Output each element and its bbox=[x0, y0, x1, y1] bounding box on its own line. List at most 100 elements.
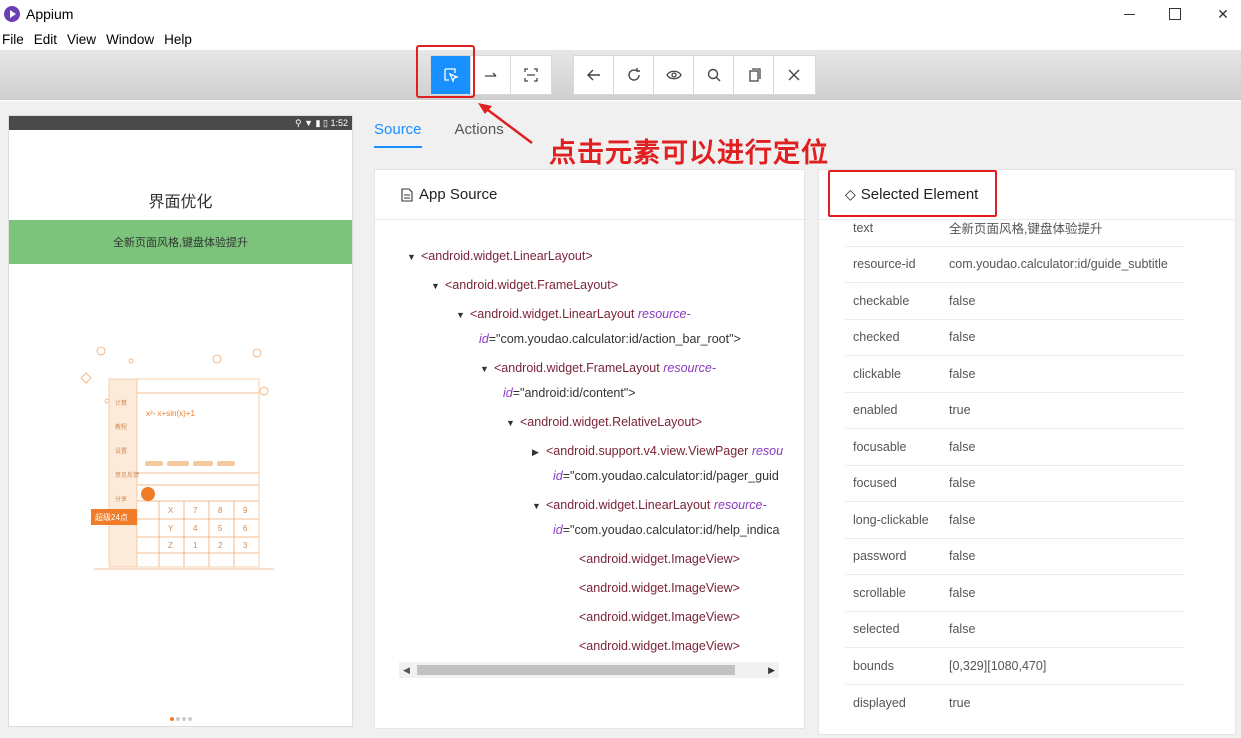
close-window-button[interactable]: ✕ bbox=[1200, 0, 1241, 28]
tree-node[interactable]: ▶ <android.support.v4.view.ViewPager reso… bbox=[532, 443, 783, 460]
illus-key: 9 bbox=[243, 506, 248, 515]
prop-value: false bbox=[949, 585, 976, 600]
horizontal-scrollbar[interactable]: ◀ ▶ bbox=[399, 662, 779, 678]
tree-node[interactable]: <android.widget.ImageView> bbox=[579, 609, 740, 625]
table-row: enabled true bbox=[845, 393, 1185, 429]
tree-node[interactable]: ▼ <android.widget.FrameLayout> bbox=[431, 277, 618, 294]
device-page-title[interactable]: 界面优化 bbox=[9, 188, 352, 212]
tree-node[interactable]: ▼ <android.widget.RelativeLayout> bbox=[506, 414, 702, 431]
device-guide-subtitle[interactable]: 全新页面风格,键盘体验提升 bbox=[9, 220, 352, 264]
tree-node-attr: id="com.youdao.calculator:id/pager_guid bbox=[553, 469, 779, 483]
menu-window[interactable]: Window bbox=[104, 32, 160, 47]
device-status-bar: ⚲ ▼ ▮ ▯ 1:52 bbox=[9, 116, 352, 130]
device-screenshot[interactable]: ⚲ ▼ ▮ ▯ 1:52 界面优化 全新页面风格,键盘体验提升 超级24点 x²… bbox=[8, 115, 353, 727]
file-icon bbox=[401, 187, 413, 202]
source-tree[interactable]: ▼ <android.widget.LinearLayout> ▼ <android… bbox=[375, 220, 804, 665]
prop-key: enabled bbox=[853, 403, 898, 418]
back-button[interactable] bbox=[574, 56, 614, 94]
menu-help[interactable]: Help bbox=[162, 32, 198, 47]
prop-key: checked bbox=[853, 330, 900, 345]
refresh-button[interactable] bbox=[614, 56, 654, 94]
calculator-illustration: 超级24点 x²- x+sin(x)+1 计算 教程 设置 意见反馈 分享 X … bbox=[80, 346, 274, 570]
table-row: long-clickable false bbox=[845, 502, 1185, 539]
illus-key: 6 bbox=[243, 524, 248, 533]
swipe-icon bbox=[484, 72, 496, 77]
illus-key: 5 bbox=[218, 524, 223, 533]
prop-key: long-clickable bbox=[853, 512, 929, 527]
table-row: password false bbox=[845, 539, 1185, 575]
tree-node-attr: id="android:id/content"> bbox=[503, 386, 636, 400]
caret-down-icon[interactable]: ▼ bbox=[407, 249, 421, 265]
table-row: selected false bbox=[845, 612, 1185, 648]
illus-side-item: 教程 bbox=[115, 423, 127, 431]
copy-xml-button[interactable] bbox=[734, 56, 774, 94]
search-button[interactable] bbox=[694, 56, 734, 94]
table-row: checkable false bbox=[845, 283, 1185, 320]
prop-value: false bbox=[949, 622, 976, 637]
refresh-icon bbox=[627, 68, 640, 81]
illus-side-item: 意见反馈 bbox=[115, 471, 139, 479]
title-bar: Appium ✕ bbox=[0, 0, 1241, 28]
caret-down-icon[interactable]: ▼ bbox=[480, 361, 494, 377]
caret-down-icon[interactable]: ▼ bbox=[506, 415, 520, 431]
tap-coordinates-button[interactable] bbox=[511, 56, 551, 94]
main-area: ⚲ ▼ ▮ ▯ 1:52 界面优化 全新页面风格,键盘体验提升 超级24点 x²… bbox=[0, 101, 1241, 738]
caret-down-icon[interactable]: ▼ bbox=[431, 278, 445, 294]
prop-key: focused bbox=[853, 476, 897, 491]
app-source-title: App Source bbox=[419, 186, 498, 203]
copy-icon bbox=[748, 68, 761, 82]
search-icon bbox=[707, 68, 720, 82]
tree-node[interactable]: <android.widget.ImageView> bbox=[579, 551, 740, 567]
menu-view[interactable]: View bbox=[65, 32, 102, 47]
prop-key: text bbox=[853, 220, 874, 235]
prop-value: true bbox=[949, 695, 971, 710]
tree-node[interactable]: <android.widget.ImageView> bbox=[579, 638, 740, 654]
prop-key: password bbox=[853, 549, 907, 564]
prop-value: false bbox=[949, 366, 976, 381]
scrollbar-thumb[interactable] bbox=[417, 665, 735, 675]
page-dot bbox=[187, 717, 192, 721]
table-row: scrollable false bbox=[845, 575, 1185, 612]
caret-down-icon[interactable]: ▼ bbox=[456, 307, 470, 323]
prop-value: 全新页面风格,键盘体验提升 bbox=[949, 222, 1103, 237]
swipe-button[interactable] bbox=[471, 56, 511, 94]
app-source-header: App Source bbox=[375, 170, 804, 220]
toolbar-group-actions bbox=[573, 55, 816, 95]
table-row: focused false bbox=[845, 466, 1185, 502]
tree-node-attr: id="com.youdao.calculator:id/action_bar_… bbox=[479, 332, 741, 346]
highlight-box-select-button bbox=[416, 45, 475, 98]
prop-value: com.youdao.calculator:id/guide_subtitle bbox=[949, 257, 1168, 272]
menu-file[interactable]: File bbox=[0, 32, 30, 47]
tree-node[interactable]: ▼ <android.widget.LinearLayout resource- bbox=[532, 497, 767, 514]
illus-key: 8 bbox=[218, 506, 223, 515]
tree-node[interactable]: ▼ <android.widget.LinearLayout> bbox=[407, 248, 593, 265]
prop-key: resource-id bbox=[853, 257, 916, 272]
toggle-attributes-button[interactable] bbox=[654, 56, 694, 94]
tab-source[interactable]: Source bbox=[374, 121, 422, 148]
tree-node-attr: id="com.youdao.calculator:id/help_indica bbox=[553, 523, 780, 537]
scroll-right-icon[interactable]: ▶ bbox=[768, 665, 775, 676]
illus-key: 2 bbox=[218, 541, 223, 550]
scroll-left-icon[interactable]: ◀ bbox=[403, 665, 410, 676]
app-source-panel: App Source ▼ <android.widget.LinearLayout… bbox=[374, 169, 805, 729]
prop-value: false bbox=[949, 476, 976, 491]
caret-down-icon[interactable]: ▼ bbox=[532, 498, 546, 514]
illus-key: X bbox=[168, 506, 174, 515]
selected-element-panel: ◇ Selected Element text 全新页面风格,键盘体验提升 res… bbox=[818, 169, 1236, 735]
prop-key: clickable bbox=[853, 366, 901, 381]
tree-node[interactable]: ▼ <android.widget.LinearLayout resource- bbox=[456, 306, 691, 323]
status-icons: ⚲ ▼ ▮ ▯ bbox=[295, 117, 331, 128]
status-time: 1:52 bbox=[330, 118, 348, 128]
page-dot bbox=[175, 717, 180, 721]
quit-session-button[interactable] bbox=[774, 56, 814, 94]
page-indicator bbox=[9, 708, 352, 726]
menu-edit[interactable]: Edit bbox=[32, 32, 63, 47]
maximize-button[interactable] bbox=[1152, 0, 1198, 28]
tree-node[interactable]: ▼ <android.widget.FrameLayout resource- bbox=[480, 360, 716, 377]
minimize-button[interactable] bbox=[1106, 0, 1152, 28]
illus-key: 1 bbox=[193, 541, 198, 550]
prop-value: false bbox=[949, 512, 976, 527]
tree-node[interactable]: <android.widget.ImageView> bbox=[579, 580, 740, 596]
caret-right-icon[interactable]: ▶ bbox=[532, 444, 546, 460]
table-row: checked false bbox=[845, 320, 1185, 356]
